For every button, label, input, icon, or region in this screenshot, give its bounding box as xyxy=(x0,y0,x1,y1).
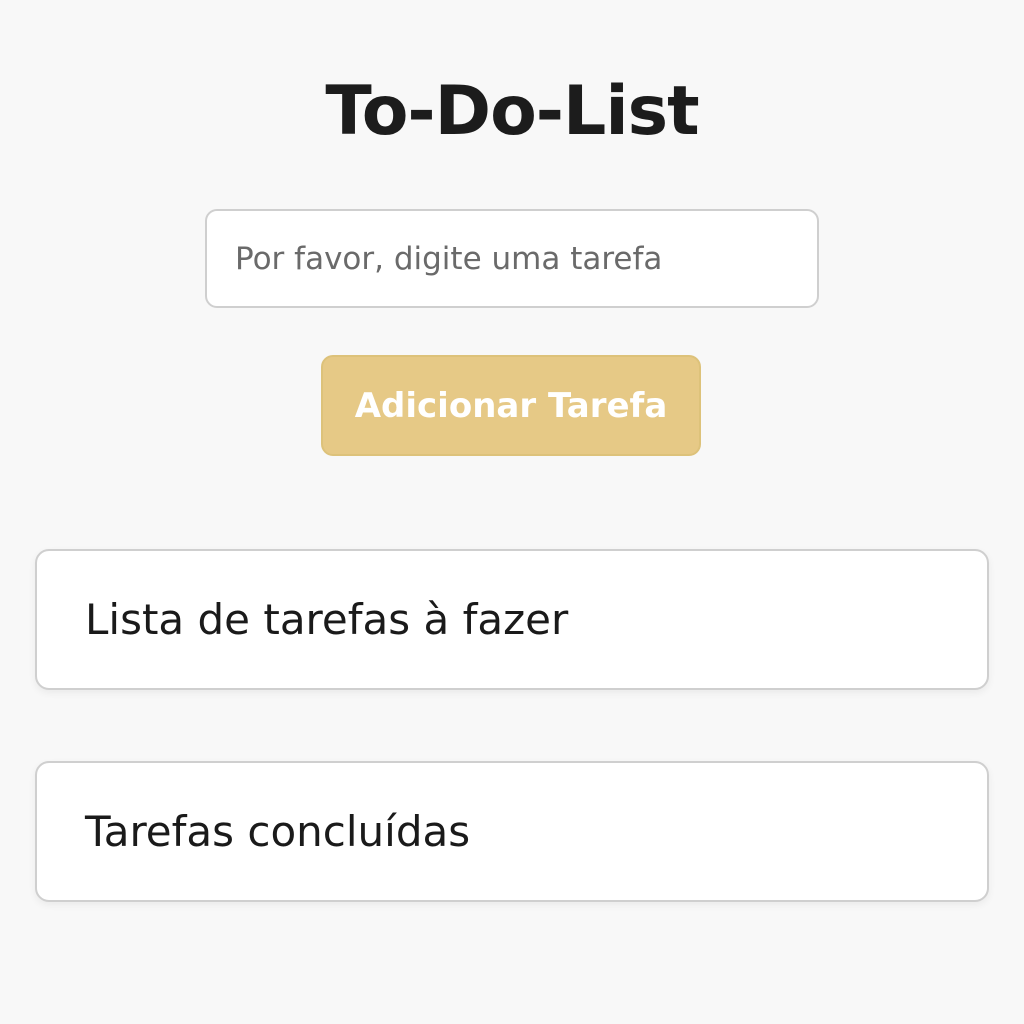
completed-list-title: Tarefas concluídas xyxy=(85,807,471,856)
page-title: To-Do-List xyxy=(325,72,699,151)
add-task-button[interactable]: Adicionar Tarefa xyxy=(321,355,701,456)
todo-list-title: Lista de tarefas à fazer xyxy=(85,595,569,644)
task-input[interactable] xyxy=(205,209,819,308)
completed-list-panel: Tarefas concluídas xyxy=(35,761,989,902)
todo-app: To-Do-List Adicionar Tarefa Lista de tar… xyxy=(0,0,1024,1024)
todo-list-panel: Lista de tarefas à fazer xyxy=(35,549,989,690)
